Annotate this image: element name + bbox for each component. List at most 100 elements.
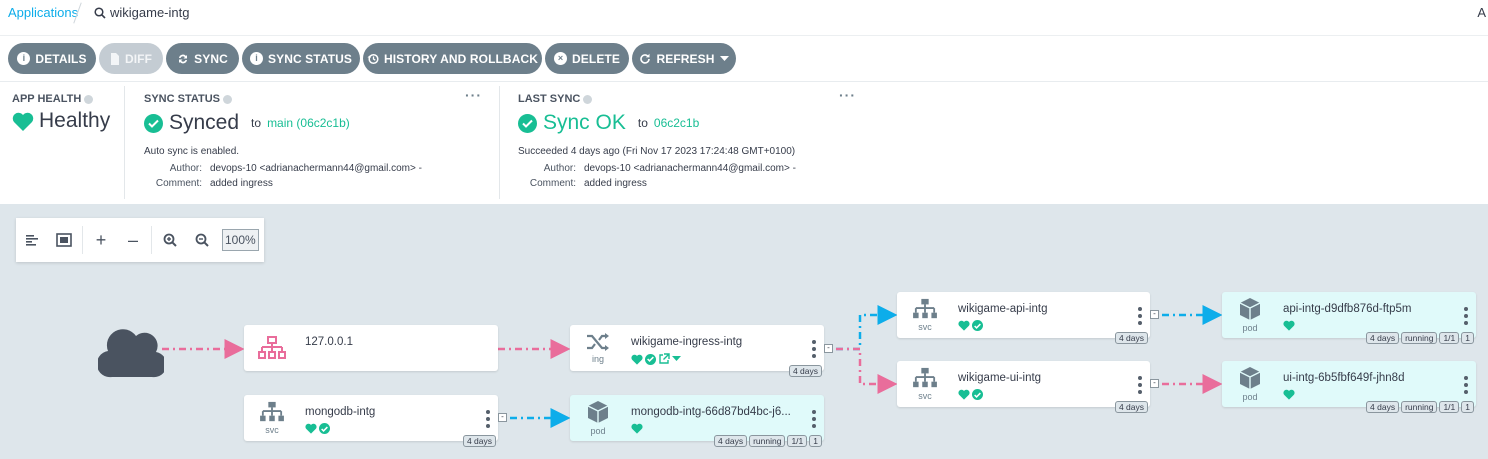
ui-svc-node[interactable]: svc wikigame-ui-intg 4 days (897, 361, 1150, 413)
svc-kind: svc (918, 391, 932, 401)
heart-icon (305, 423, 317, 434)
edge-ingress-to-api-svc (836, 305, 898, 351)
ready-badge: 1/1 (1439, 401, 1460, 413)
mongodb-pod-status (631, 423, 643, 434)
caret-down-icon[interactable] (672, 356, 681, 362)
ui-svc-name: wikigame-ui-intg (958, 372, 1042, 384)
help-icon[interactable] (84, 94, 94, 104)
cloud-icon (98, 329, 164, 378)
sync-status-value: Synced (169, 111, 240, 134)
age-badge: 4 days (1114, 332, 1148, 344)
file-icon (110, 52, 119, 65)
ui-pod-menu-icon[interactable] (1464, 376, 1468, 394)
sync-status-title: SYNC STATUS (144, 93, 232, 105)
history-label: HISTORY AND ROLLBACK (383, 51, 538, 66)
api-svc-name: wikigame-api-intg (958, 303, 1048, 315)
svc-kind: svc (265, 425, 279, 435)
ingress-name: wikigame-ingress-intg (631, 336, 743, 348)
sync-status-more-icon[interactable]: ··· (465, 87, 482, 103)
age-badge: 4 days (714, 435, 748, 447)
pod-kind: pod (1242, 323, 1258, 333)
network-icon (258, 336, 286, 359)
api-svc-menu-icon[interactable] (1138, 307, 1142, 325)
sync-to-label: to (251, 116, 262, 130)
restarts-badge: 1 (1461, 401, 1474, 413)
mongodb-pod-tags: 4 days running 1/1 1 (714, 435, 822, 447)
app-health-status: Healthy (12, 109, 110, 133)
breadcrumb-app[interactable]: wikigame-intg (94, 5, 189, 20)
details-button[interactable]: i DETAILS (8, 43, 96, 74)
ingress-kind: ing (591, 354, 604, 364)
pod-kind: pod (590, 426, 606, 436)
user-initial[interactable]: A (1477, 5, 1486, 20)
ui-pod-status (1283, 389, 1295, 400)
ingress-menu-icon[interactable] (812, 340, 816, 358)
cube-icon (1239, 367, 1261, 389)
diff-button[interactable]: DIFF (99, 43, 163, 74)
mongodb-svc-menu-icon[interactable] (486, 410, 490, 428)
last-sync-revision-link[interactable]: 06c2c1b (654, 116, 699, 130)
info-icon: i (250, 52, 263, 65)
ui-svc-menu-icon[interactable] (1138, 376, 1142, 394)
refresh-button[interactable]: REFRESH (632, 43, 736, 74)
caret-down-icon (719, 55, 729, 61)
info-icon: i (17, 52, 31, 65)
delete-button[interactable]: × DELETE (545, 43, 629, 74)
api-pod-menu-icon[interactable] (1464, 307, 1468, 325)
help-icon[interactable] (583, 94, 593, 104)
refresh-icon (640, 53, 651, 64)
status-badge: running (749, 435, 786, 447)
sync-status-label: SYNC STATUS (268, 51, 352, 66)
api-svc-tags: 4 days (1114, 332, 1148, 344)
ui-pod-node[interactable]: pod ui-intg-6b5fbf649f-jhn8d 4 days runn… (1222, 361, 1476, 413)
shuffle-icon (587, 333, 609, 351)
restarts-badge: 1 (1461, 332, 1474, 344)
breadcrumb-app-name: wikigame-intg (110, 5, 190, 20)
svc-kind: svc (918, 322, 932, 332)
svc-icon-box: svc (244, 395, 300, 441)
history-rollback-button[interactable]: HISTORY AND ROLLBACK (363, 43, 542, 74)
comment-value: added ingress (210, 178, 273, 189)
sync-status-button[interactable]: i SYNC STATUS (242, 43, 360, 74)
mongodb-svc-node[interactable]: svc mongodb-intg 4 days (244, 395, 498, 447)
last-sync-more-icon[interactable]: ··· (839, 87, 856, 103)
heart-icon (631, 354, 643, 365)
api-pod-node[interactable]: pod api-intg-d9dfb876d-ftp5m 4 days runn… (1222, 292, 1476, 344)
network-icon (260, 401, 284, 422)
author-label: Author: (169, 163, 202, 174)
app-health-label: APP HEALTH (12, 93, 82, 105)
sync-button[interactable]: SYNC (166, 43, 239, 74)
status-badge: running (1401, 401, 1438, 413)
ingress-node[interactable]: ing wikigame-ingress-intg 4 days (570, 325, 824, 377)
pod-icon-box: pod (570, 395, 626, 441)
heart-icon (958, 389, 970, 400)
status-badge: running (1401, 332, 1438, 344)
app-health-title: APP HEALTH (12, 93, 94, 105)
author-value: devops-10 <adrianachermann44@gmail.com> … (584, 163, 796, 174)
age-badge: 4 days (1114, 401, 1148, 413)
comment-label: Comment: (155, 178, 202, 189)
last-sync-label: LAST SYNC (518, 93, 581, 105)
collapse-group-icon[interactable]: - (824, 344, 833, 353)
ip-node[interactable]: 127.0.0.1 (244, 325, 498, 371)
resource-graph[interactable]: + – 100% 127.0.0.1 ing wikigame-ingress-… (0, 204, 1488, 459)
divider (124, 86, 125, 199)
api-pod-name: api-intg-d9dfb876d-ftp5m (1283, 303, 1412, 315)
help-icon[interactable] (223, 94, 232, 104)
mongodb-pod-node[interactable]: pod mongodb-intg-66d87bd4bc-j6... 4 days… (570, 395, 824, 447)
sync-status-panel-label: SYNC STATUS (144, 93, 220, 105)
collapse-group-icon[interactable]: - (498, 413, 507, 422)
collapse-group-icon[interactable]: - (1150, 379, 1159, 388)
external-link-icon[interactable] (658, 353, 670, 365)
api-svc-node[interactable]: svc wikigame-api-intg 4 days (897, 292, 1150, 344)
ingress-status (631, 353, 681, 365)
mongodb-pod-menu-icon[interactable] (812, 410, 816, 428)
mongodb-svc-name: mongodb-intg (305, 406, 376, 418)
last-sync-succeeded: Succeeded 4 days ago (Fri Nov 17 2023 17… (518, 146, 796, 157)
breadcrumb-applications[interactable]: Applications (8, 5, 78, 20)
collapse-group-icon[interactable]: - (1150, 310, 1159, 319)
ui-pod-tags: 4 days running 1/1 1 (1366, 401, 1474, 413)
last-sync-title: LAST SYNC (518, 93, 593, 105)
mongodb-svc-tags: 4 days (462, 435, 496, 447)
sync-revision-link[interactable]: main (06c2c1b) (267, 116, 350, 130)
